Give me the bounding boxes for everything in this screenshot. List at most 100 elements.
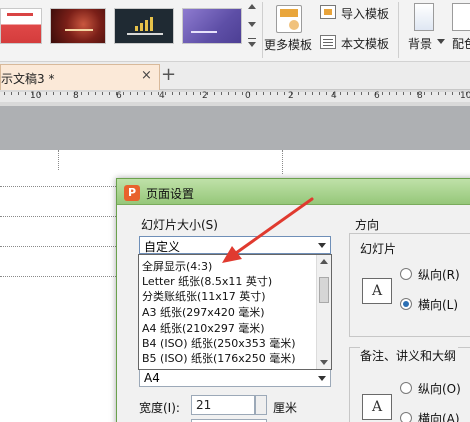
ribbon-divider: [398, 2, 399, 58]
template-gallery-scroller[interactable]: [246, 2, 258, 50]
ruler-tick: [137, 92, 138, 95]
ruler-tick: [431, 92, 432, 95]
paper-size-select[interactable]: A4: [139, 369, 331, 387]
notes-landscape-radio[interactable]: [400, 412, 412, 422]
ruler-tick: [410, 92, 411, 95]
ruler-tick: [403, 92, 404, 95]
ruler-number: 10: [30, 91, 42, 101]
dialog-title-bar[interactable]: P 页面设置: [117, 179, 470, 205]
text-template-icon[interactable]: [320, 35, 336, 49]
template-thumbnail-2[interactable]: [50, 8, 106, 44]
background-icon[interactable]: [414, 3, 434, 31]
chevron-down-icon[interactable]: [314, 370, 330, 386]
ruler-tick: [452, 92, 453, 95]
background-dropdown-icon[interactable]: [437, 39, 445, 44]
document-tab[interactable]: 示文稿3 * ×: [0, 64, 160, 90]
slide-size-option[interactable]: A3 纸张(297x420 毫米): [142, 305, 265, 320]
color-scheme-button[interactable]: 配色: [452, 35, 470, 52]
ruler-number: 10: [460, 91, 470, 101]
width-stepper[interactable]: [255, 395, 267, 415]
ruler-tick: [242, 92, 243, 95]
notes-page-icon: A: [362, 394, 392, 420]
ruler-tick: [11, 92, 12, 95]
ruler-number: 6: [374, 91, 380, 101]
slide-size-option[interactable]: 全屏显示(4:3): [142, 259, 212, 274]
ruler-tick: [438, 92, 439, 95]
slide-size-option[interactable]: B4 (ISO) 纸张(250x353 毫米): [142, 336, 296, 351]
scroll-down-icon[interactable]: [320, 360, 328, 365]
expand-gallery-icon[interactable]: [248, 42, 256, 47]
ruler-tick: [200, 92, 201, 95]
template-thumbnail-4[interactable]: [182, 8, 242, 44]
ruler-tick: [298, 92, 299, 95]
notes-portrait-radio-label[interactable]: 纵向(O): [418, 380, 461, 397]
landscape-radio-label[interactable]: 横向(L): [418, 296, 458, 313]
ruler-tick: [193, 92, 194, 95]
scroll-down-icon[interactable]: [248, 22, 256, 27]
ruler-tick: [347, 92, 348, 95]
import-template-button[interactable]: 导入模板: [341, 5, 389, 22]
width-unit: 厘米: [273, 401, 298, 415]
guide-line: [0, 216, 116, 217]
background-button[interactable]: 背景: [408, 35, 432, 52]
ruler-tick: [214, 92, 215, 95]
ruler-tick: [389, 92, 390, 95]
notes-landscape-radio-label[interactable]: 横向(A): [418, 410, 460, 422]
slide-size-dropdown-list[interactable]: 全屏显示(4:3) Letter 纸张(8.5x11 英寸) 分类账纸张(11x…: [138, 254, 332, 370]
landscape-radio[interactable]: [400, 298, 412, 310]
ruler-tick: [130, 92, 131, 95]
workspace-background: [0, 106, 470, 150]
dropdown-scrollbar[interactable]: [316, 255, 331, 369]
ruler-tick: [305, 92, 306, 95]
ruler-tick: [354, 92, 355, 95]
ruler-tick: [60, 92, 61, 95]
ruler-tick: [109, 92, 110, 95]
dialog-title: 页面设置: [146, 187, 195, 201]
portrait-radio[interactable]: [400, 268, 412, 280]
page-setup-dialog: P 页面设置 幻灯片大小(S) 自定义 全屏显示(4:3) Letter 纸张(…: [116, 178, 470, 422]
template-thumbnail-3[interactable]: [114, 8, 174, 44]
ruler-tick: [340, 92, 341, 95]
chevron-down-icon[interactable]: [314, 237, 330, 253]
ruler-tick: [144, 92, 145, 95]
new-tab-icon[interactable]: +: [161, 64, 176, 85]
scroll-up-icon[interactable]: [248, 4, 256, 9]
color-scheme-icon[interactable]: [452, 3, 470, 31]
scroll-thumb[interactable]: [319, 277, 329, 303]
slide-size-select[interactable]: 自定义: [139, 236, 331, 254]
more-templates-button[interactable]: 更多模板: [264, 36, 312, 53]
guide-line: [0, 246, 116, 247]
guide-line: [58, 150, 59, 170]
ruler-number: 6: [116, 91, 122, 101]
ruler-number: 4: [331, 91, 337, 101]
horizontal-ruler[interactable]: 10 8 6 4 2 0 2 4 6 8 10: [0, 91, 470, 102]
ruler-tick: [151, 92, 152, 95]
slide-size-option[interactable]: A4 纸张(210x297 毫米): [142, 321, 265, 336]
ribbon: 更多模板 导入模板 本文模板 背景 配色: [0, 0, 470, 62]
ruler-tick: [361, 92, 362, 95]
portrait-page-icon: A: [362, 278, 392, 304]
width-input[interactable]: 21: [191, 395, 255, 415]
ruler-number: 8: [417, 91, 423, 101]
slide-size-option[interactable]: Letter 纸张(8.5x11 英寸): [142, 274, 272, 289]
notes-group-title: 备注、讲义和大纲: [360, 347, 459, 364]
ruler-tick: [221, 92, 222, 95]
portrait-radio-label[interactable]: 纵向(R): [418, 266, 460, 283]
slide-size-option[interactable]: B5 (ISO) 纸张(176x250 毫米): [142, 351, 296, 366]
slide-size-label: 幻灯片大小(S): [141, 218, 218, 232]
slide-size-option[interactable]: 分类账纸张(11x17 英寸): [142, 289, 266, 304]
more-templates-icon[interactable]: [276, 5, 302, 33]
text-template-button[interactable]: 本文模板: [341, 35, 389, 52]
ruler-tick: [396, 92, 397, 95]
ribbon-divider: [262, 2, 263, 58]
scroll-up-icon[interactable]: [320, 259, 328, 264]
notes-portrait-radio[interactable]: [400, 382, 412, 394]
orientation-label: 方向: [355, 218, 380, 232]
width-label: 宽度(I):: [139, 401, 180, 415]
close-tab-icon[interactable]: ×: [141, 68, 152, 83]
import-template-icon[interactable]: [320, 5, 336, 19]
template-thumbnail-1[interactable]: [0, 8, 42, 44]
document-tab-bar: 示文稿3 * × +: [0, 62, 470, 90]
ruler-tick: [102, 92, 103, 95]
ruler-number: 8: [73, 91, 79, 101]
